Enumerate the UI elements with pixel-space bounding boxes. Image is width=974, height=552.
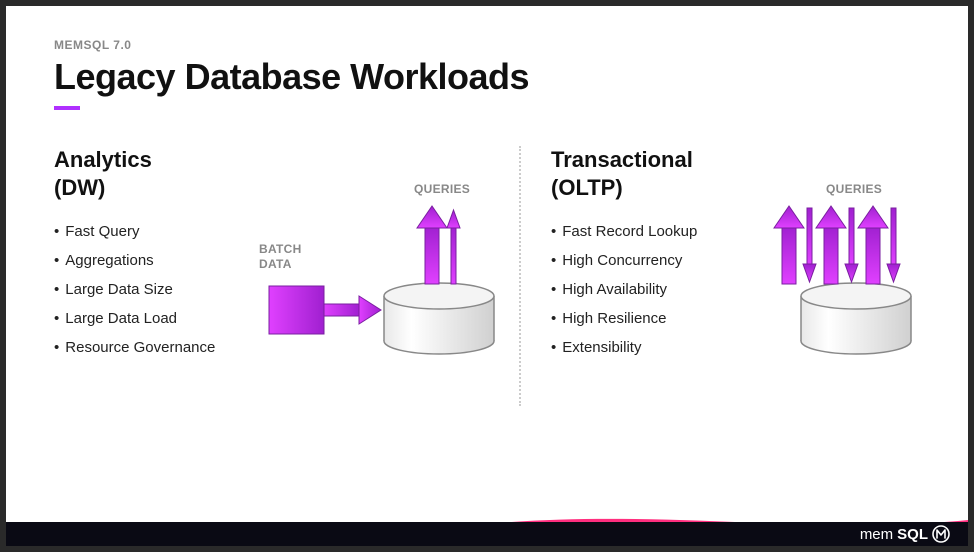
transactional-heading-line1: Transactional [551, 147, 693, 172]
analytics-graphic: BATCH DATA QUERIES [249, 146, 509, 490]
transactional-info: Transactional (OLTP) Fast Record Lookup … [551, 146, 746, 490]
transactional-heading: Transactional (OLTP) [551, 146, 746, 201]
queries-label: QUERIES [414, 182, 470, 197]
brand-mark-icon [932, 525, 950, 543]
list-item: Large Data Load [54, 310, 249, 327]
footer-wave: memSQL [6, 510, 968, 546]
list-item: High Resilience [551, 310, 746, 327]
arrow-up-icon [858, 206, 888, 284]
arrow-down-icon [803, 208, 816, 282]
arrow-up-icon [816, 206, 846, 284]
eyebrow-text: MEMSQL 7.0 [54, 38, 920, 52]
queries-up-arrow-thick-icon [417, 206, 447, 284]
transactional-bullets: Fast Record Lookup High Concurrency High… [551, 223, 746, 356]
arrow-down-icon [887, 208, 900, 282]
batch-data-label: BATCH DATA [259, 242, 302, 272]
list-item: Large Data Size [54, 281, 249, 298]
slide-header: MEMSQL 7.0 Legacy Database Workloads [6, 6, 968, 110]
transactional-graphic: QUERIES [746, 146, 966, 490]
list-item: High Availability [551, 281, 746, 298]
analytics-heading: Analytics (DW) [54, 146, 249, 201]
list-item: Fast Query [54, 223, 249, 240]
slide: MEMSQL 7.0 Legacy Database Workloads Ana… [6, 6, 968, 546]
queries-up-arrow-thin-icon [447, 210, 460, 284]
database-cylinder-icon [801, 283, 911, 354]
brand-logo: memSQL [860, 525, 950, 543]
brand-prefix: mem [860, 526, 893, 543]
list-item: Aggregations [54, 252, 249, 269]
database-cylinder-icon [384, 283, 494, 354]
column-divider [519, 146, 521, 406]
analytics-column: Analytics (DW) Fast Query Aggregations L… [54, 146, 509, 490]
analytics-bullets: Fast Query Aggregations Large Data Size … [54, 223, 249, 356]
arrow-down-icon [845, 208, 858, 282]
list-item: Resource Governance [54, 339, 249, 356]
slide-content: Analytics (DW) Fast Query Aggregations L… [6, 110, 968, 510]
transactional-heading-line2: (OLTP) [551, 175, 623, 200]
footer-bar: memSQL [6, 522, 968, 546]
transactional-diagram [746, 146, 966, 376]
analytics-info: Analytics (DW) Fast Query Aggregations L… [54, 146, 249, 490]
slide-title: Legacy Database Workloads [54, 56, 920, 98]
arrow-up-icon [774, 206, 804, 284]
brand-bold: SQL [897, 526, 928, 543]
list-item: Fast Record Lookup [551, 223, 746, 240]
list-item: Extensibility [551, 339, 746, 356]
analytics-heading-line2: (DW) [54, 175, 105, 200]
transactional-column: Transactional (OLTP) Fast Record Lookup … [551, 146, 966, 490]
list-item: High Concurrency [551, 252, 746, 269]
batch-input-arrow-icon [269, 286, 381, 334]
analytics-heading-line1: Analytics [54, 147, 152, 172]
queries-label: QUERIES [826, 182, 882, 197]
